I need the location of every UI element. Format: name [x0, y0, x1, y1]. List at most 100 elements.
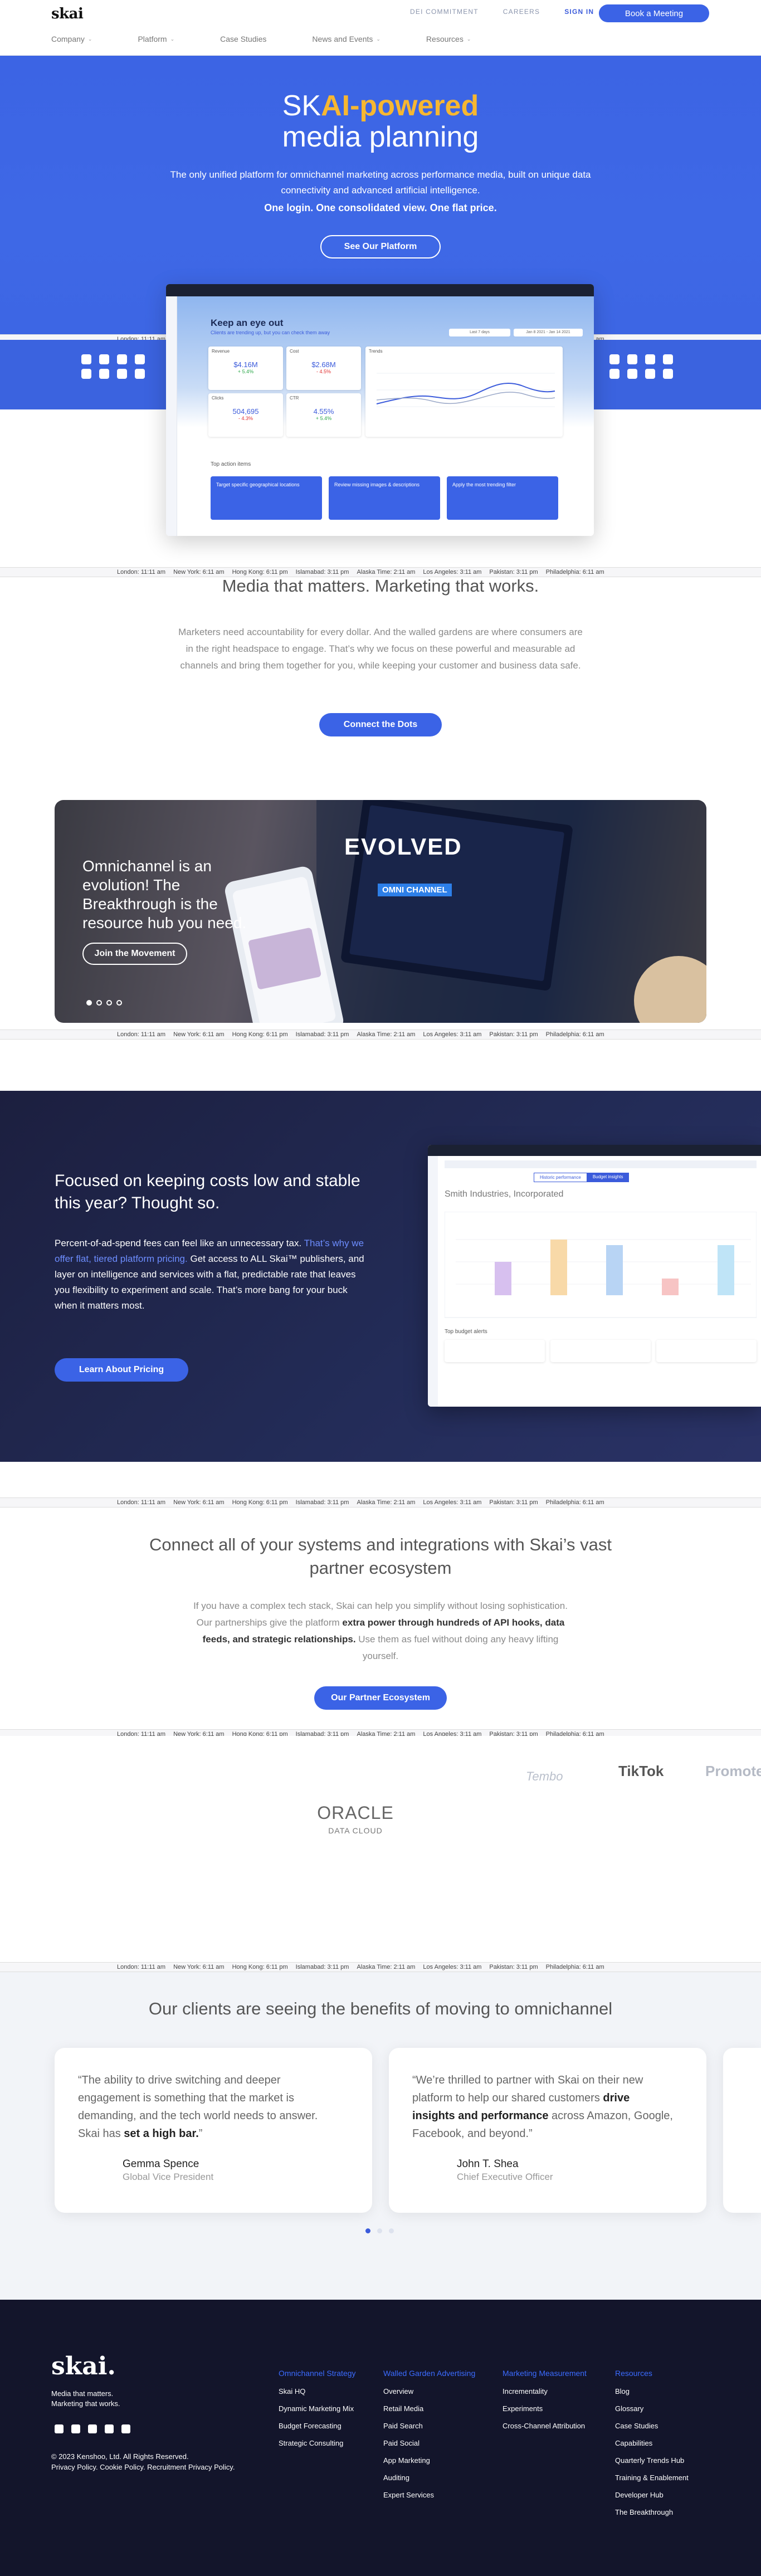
carousel-dots	[86, 1000, 122, 1006]
target-icon[interactable]	[663, 354, 673, 364]
kpi-card[interactable]: Cost $2.68M - 4.5%	[286, 347, 361, 390]
budget-alerts-title: Top budget alerts	[445, 1329, 487, 1335]
amazon-icon[interactable]	[99, 369, 109, 379]
carousel-dot[interactable]	[86, 1000, 92, 1006]
testimonial-pagination	[365, 2228, 394, 2233]
policy-links[interactable]: Privacy Policy. Cookie Policy. Recruitme…	[51, 2462, 235, 2472]
pinterest-icon[interactable]	[609, 369, 619, 379]
careers-link[interactable]: CAREERS	[503, 8, 540, 16]
date-range-text[interactable]: Jan 8 2021 - Jan 14 2021	[514, 329, 583, 336]
alert-card[interactable]	[550, 1340, 651, 1362]
tiktok-logo: TikTok	[618, 1763, 664, 1779]
skai-logo[interactable]: skai	[51, 6, 84, 22]
mockup-title: Smith Industries, Incorporated	[445, 1189, 564, 1199]
pricing-title: Focused on keeping costs low and stable …	[55, 1172, 360, 1212]
nav-company[interactable]: Company ⌄	[51, 35, 92, 43]
footer-copyright: © 2023 Kenshoo, Ltd. All Rights Reserved…	[51, 2452, 235, 2472]
connect-dots-button[interactable]: Connect the Dots	[319, 713, 442, 736]
snapchat-icon[interactable]	[117, 354, 127, 364]
testimonial-name: Gemma Spence	[123, 2158, 199, 2170]
kpi-card[interactable]: Clicks 504,695 - 4.3%	[208, 393, 283, 437]
hero-bold: One login. One consolidated view. One fl…	[264, 202, 497, 213]
hero-body: The only unified platform for omnichanne…	[170, 169, 591, 196]
action-items-title: Top action items	[211, 461, 251, 467]
testimonial-card-peek	[723, 2048, 761, 2213]
pagination-dot[interactable]	[365, 2228, 370, 2233]
mockup-tabs: Historic performance Budget insights	[534, 1173, 629, 1182]
omnichannel-title: Omnichannel is an evolution! The Breakth…	[82, 857, 247, 931]
media-title: Media that matters. Marketing that works…	[222, 576, 539, 596]
top-links: DEI COMMITMENT CAREERS SIGN IN	[410, 8, 594, 16]
footer-logo[interactable]: skai.	[51, 2352, 116, 2380]
learn-pricing-button[interactable]: Learn About Pricing	[55, 1358, 188, 1382]
chevron-down-icon: ⌄	[466, 36, 471, 42]
omni-channel-badge: OMNI CHANNEL	[378, 884, 452, 896]
mockup-topbar	[428, 1145, 761, 1156]
evolved-text: EVOLVED	[344, 833, 462, 860]
alert-card[interactable]	[656, 1340, 757, 1362]
nav-news-events[interactable]: News and Events ⌄	[312, 35, 380, 43]
time-ticker: London: 11:11 amNew York: 6:11 amHong Ko…	[0, 1030, 761, 1040]
dashboard-subtitle: Clients are trending up, but you can che…	[211, 330, 330, 335]
walmart-icon[interactable]	[117, 369, 127, 379]
hero-title-line2: media planning	[282, 121, 479, 153]
action-item-card[interactable]: Apply the most trending filter	[447, 476, 558, 520]
pinterest-alt-icon[interactable]	[663, 369, 673, 379]
social-icons-right	[609, 354, 681, 379]
sign-in-link[interactable]: SIGN IN	[564, 8, 594, 16]
tiktok-icon[interactable]	[135, 354, 145, 364]
carousel-dot[interactable]	[96, 1000, 102, 1006]
linkedin-icon[interactable]	[88, 2424, 97, 2433]
microsoft-icon[interactable]	[81, 369, 91, 379]
mockup-sidebar	[428, 1156, 438, 1407]
see-platform-button[interactable]: See Our Platform	[320, 235, 441, 258]
join-movement-button[interactable]: Join the Movement	[82, 943, 187, 965]
nav-case-studies[interactable]: Case Studies	[220, 35, 266, 43]
nav-resources[interactable]: Resources ⌄	[426, 35, 471, 43]
youtube-icon[interactable]	[81, 354, 91, 364]
partners-title: Connect all of your systems and integrat…	[149, 1535, 612, 1578]
clients-title: Our clients are seeing the benefits of m…	[148, 1999, 613, 2018]
facebook-icon[interactable]	[55, 2424, 64, 2433]
action-item-card[interactable]: Review missing images & descriptions	[329, 476, 440, 520]
dei-link[interactable]: DEI COMMITMENT	[410, 8, 479, 16]
pagination-dot[interactable]	[389, 2228, 394, 2233]
youtube-icon[interactable]	[121, 2424, 130, 2433]
time-ticker: London: 11:11 amNew York: 6:11 amHong Ko…	[0, 1962, 761, 1972]
alert-card[interactable]	[445, 1340, 545, 1362]
kpi-card[interactable]: CTR 4.55% + 5.4%	[286, 393, 361, 437]
testimonial-card: “We’re thrilled to partner with Skai on …	[389, 2048, 706, 2213]
testimonial-role: Global Vice President	[123, 2172, 214, 2182]
twitter-icon[interactable]	[627, 354, 637, 364]
date-range-select[interactable]: Last 7 days	[449, 329, 510, 336]
trends-line-chart	[376, 373, 555, 407]
nav-platform[interactable]: Platform ⌄	[138, 35, 174, 43]
linkedin-icon[interactable]	[645, 369, 655, 379]
testimonial-quote: “The ability to drive switching and deep…	[78, 2074, 318, 2140]
pagination-dot[interactable]	[377, 2228, 382, 2233]
snap-icon[interactable]	[645, 354, 655, 364]
budget-insights-mockup: Historic performance Budget insights Smi…	[428, 1145, 761, 1407]
facebook-icon[interactable]	[99, 354, 109, 364]
footer-tagline: Media that matters. Marketing that works.	[51, 2389, 120, 2408]
instagram-icon[interactable]	[609, 354, 619, 364]
partner-ecosystem-button[interactable]: Our Partner Ecosystem	[314, 1686, 447, 1710]
kpi-card[interactable]: Revenue $4.16M + 5.4%	[208, 347, 283, 390]
chevron-down-icon: ⌄	[376, 36, 380, 42]
instacart-icon[interactable]	[627, 369, 637, 379]
book-meeting-button[interactable]: Book a Meeting	[599, 4, 709, 22]
trends-card[interactable]: Trends	[365, 347, 563, 437]
testimonial-name: John T. Shea	[457, 2158, 519, 2170]
testimonial-quote: “We’re thrilled to partner with Skai on …	[412, 2074, 673, 2140]
action-item-card[interactable]: Target specific geographical locations	[211, 476, 322, 520]
main-nav: Company ⌄ Platform ⌄ Case Studies News and…	[51, 35, 516, 43]
instagram-icon[interactable]	[105, 2424, 114, 2433]
testimonial-card: “The ability to drive switching and deep…	[55, 2048, 372, 2213]
oracle-logo: ORACLE	[317, 1803, 394, 1823]
carousel-dot[interactable]	[116, 1000, 122, 1006]
social-icons-left	[81, 354, 153, 379]
google-icon[interactable]	[135, 369, 145, 379]
twitter-icon[interactable]	[71, 2424, 80, 2433]
time-ticker: London: 11:11 amNew York: 6:11 amHong Ko…	[0, 1497, 761, 1507]
carousel-dot[interactable]	[106, 1000, 112, 1006]
